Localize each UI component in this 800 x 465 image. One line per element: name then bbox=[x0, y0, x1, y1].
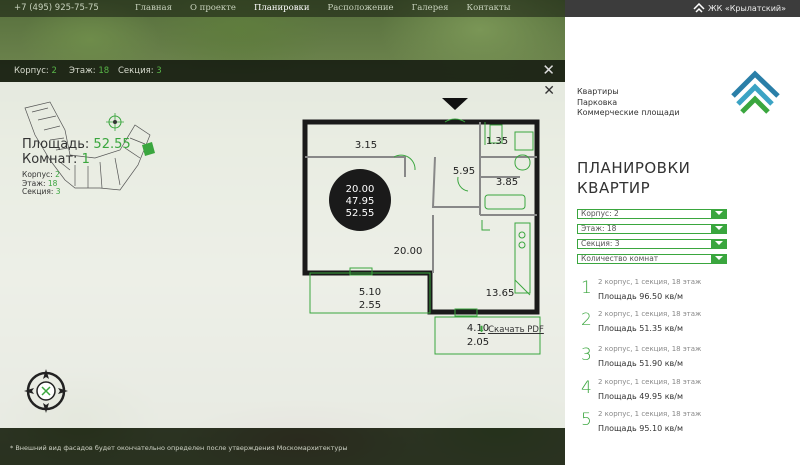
compass-icon bbox=[106, 113, 124, 131]
room-label: 20.00 bbox=[394, 246, 423, 257]
select-korpus[interactable]: Корпус: 2 bbox=[577, 209, 727, 219]
etazh-filter[interactable]: Этаж: 18 bbox=[69, 66, 109, 76]
area-line: Площадь: 52.55 bbox=[22, 137, 131, 152]
sekciya-filter[interactable]: Секция: 3 bbox=[118, 66, 162, 76]
room-label: 3.85 bbox=[496, 177, 518, 188]
area-value: 52.55 bbox=[93, 137, 131, 152]
project-logo-icon bbox=[693, 3, 705, 13]
room-label: 1.35 bbox=[486, 136, 508, 147]
menu-commercial[interactable]: Коммерческие площади bbox=[577, 108, 680, 119]
project-name[interactable]: ЖК «Крылатский» bbox=[708, 4, 786, 13]
selected-section-marker[interactable] bbox=[142, 142, 155, 156]
sidebar: ЖК «Крылатский» Квартиры Парковка Коммер… bbox=[565, 0, 800, 465]
rooms-line: Комнат: 1 bbox=[22, 152, 90, 167]
badge-living: 20.00 bbox=[346, 184, 375, 195]
select-rooms[interactable]: Количество комнат bbox=[577, 254, 727, 264]
chevron-down-icon bbox=[711, 224, 727, 234]
page-title: ПЛАНИРОВКИ КВАРТИР bbox=[577, 159, 691, 197]
compass-rose-icon bbox=[24, 369, 68, 413]
menu-parking[interactable]: Парковка bbox=[577, 98, 680, 109]
footer-bar: * Внешний вид фасадов будет окончательно… bbox=[0, 428, 565, 465]
top-nav-bar: +7 (495) 925-75-75 Главная О проекте Пла… bbox=[0, 0, 565, 17]
nav-home[interactable]: Главная bbox=[135, 3, 172, 13]
nav-about[interactable]: О проекте bbox=[190, 3, 236, 13]
nav-contacts[interactable]: Контакты bbox=[467, 3, 511, 13]
chevron-down-icon bbox=[711, 239, 727, 249]
apartment-info: Площадь: 52.55 Комнат: 1 Корпус: 2 Этаж:… bbox=[22, 137, 131, 197]
project-bar: ЖК «Крылатский» bbox=[565, 0, 800, 17]
chevron-down-icon bbox=[711, 254, 727, 264]
sidebar-menu: Квартиры Парковка Коммерческие площади bbox=[577, 87, 680, 119]
room-label: 5.10 bbox=[359, 287, 381, 298]
download-icon: ⬇ bbox=[478, 325, 486, 335]
room-label: 5.95 bbox=[453, 166, 475, 177]
korpus-filter[interactable]: Корпус: 2 bbox=[14, 66, 57, 76]
menu-apartments[interactable]: Квартиры bbox=[577, 87, 680, 98]
select-sekciya[interactable]: Секция: 3 bbox=[577, 239, 727, 249]
phone-number[interactable]: +7 (495) 925-75-75 bbox=[14, 3, 99, 13]
brand-logo bbox=[731, 70, 780, 114]
main-nav: Главная О проекте Планировки Расположени… bbox=[135, 3, 510, 13]
nav-gallery[interactable]: Галерея bbox=[412, 3, 449, 13]
filter-summary-bar: Корпус: 2 Этаж: 18 Секция: 3 ✕ bbox=[0, 60, 565, 82]
room-label: 2.05 bbox=[467, 337, 489, 348]
close-icon[interactable]: ✕ bbox=[542, 63, 555, 78]
room-label: 13.65 bbox=[486, 288, 515, 299]
rooms-value: 1 bbox=[81, 152, 90, 167]
facade-note: * Внешний вид фасадов будет окончательно… bbox=[10, 444, 348, 452]
floor-plan: 20.00 47.95 52.55 3.15 1.35 5.95 3.85 20… bbox=[302, 98, 541, 355]
select-etazh[interactable]: Этаж: 18 bbox=[577, 224, 727, 234]
download-pdf-link[interactable]: ⬇ Скачать PDF bbox=[478, 325, 544, 335]
room-label: 3.15 bbox=[355, 140, 377, 151]
chevron-down-icon bbox=[711, 209, 727, 219]
badge-full: 52.55 bbox=[346, 208, 375, 219]
plan-north-arrow bbox=[442, 98, 468, 110]
nav-plans[interactable]: Планировки bbox=[254, 3, 310, 13]
location-details: Корпус: 2 Этаж: 18 Секция: 3 bbox=[22, 170, 61, 196]
room-label: 2.55 bbox=[359, 300, 381, 311]
nav-location[interactable]: Расположение bbox=[328, 3, 394, 13]
badge-total: 47.95 bbox=[346, 196, 375, 207]
